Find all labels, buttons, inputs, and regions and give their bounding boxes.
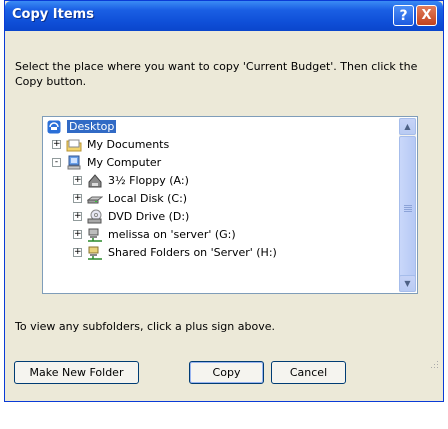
tree-item-label: My Documents [87, 138, 170, 151]
expand-toggle[interactable]: + [73, 194, 82, 203]
tree-item-label: Desktop [67, 120, 117, 133]
expand-toggle[interactable]: + [52, 140, 61, 149]
hint-text: To view any subfolders, click a plus sig… [15, 320, 275, 333]
instruction-text: Select the place where you want to copy … [15, 60, 418, 88]
tree-item-floppy[interactable]: + 3½ Floppy (A:) [73, 172, 189, 189]
tree-item-label: DVD Drive (D:) [108, 210, 190, 223]
dialog-title: Copy Items [12, 7, 94, 22]
tree-item-label: Shared Folders on 'Server' (H:) [108, 246, 277, 259]
grip-line [404, 207, 412, 208]
expand-toggle[interactable]: + [73, 176, 82, 185]
copy-items-dialog: Copy Items ? X Select the place where yo… [4, 0, 444, 402]
collapse-toggle[interactable]: - [52, 158, 61, 167]
grip-line [404, 211, 412, 212]
tree-item-label: melissa on 'server' (G:) [108, 228, 236, 241]
scroll-down-button[interactable]: ▼ [399, 275, 416, 292]
network-drive-icon [87, 245, 103, 261]
expand-toggle[interactable]: + [73, 230, 82, 239]
tree-item-my-computer[interactable]: - My Computer [52, 154, 161, 171]
folder-icon [66, 137, 82, 153]
tree-item-label: Local Disk (C:) [108, 192, 188, 205]
tree-item-label: My Computer [87, 156, 162, 169]
network-drive-icon [87, 227, 103, 243]
make-new-folder-button[interactable]: Make New Folder [14, 361, 139, 384]
tree-item-dvd-drive[interactable]: + DVD Drive (D:) [73, 208, 189, 225]
computer-icon [66, 155, 82, 171]
grip-line [404, 209, 412, 210]
copy-button[interactable]: Copy [189, 361, 264, 384]
tree-item-label: 3½ Floppy (A:) [108, 174, 189, 187]
cancel-button[interactable]: Cancel [271, 361, 346, 384]
expand-toggle[interactable]: + [73, 248, 82, 257]
vertical-scrollbar[interactable]: ▲ ▼ [399, 118, 416, 292]
title-bar[interactable]: Copy Items ? X [5, 1, 443, 31]
expand-toggle[interactable]: + [73, 212, 82, 221]
desktop-icon [46, 119, 62, 135]
help-button[interactable]: ? [393, 5, 414, 26]
scroll-up-button[interactable]: ▲ [399, 118, 416, 135]
close-button[interactable]: X [416, 5, 437, 26]
scroll-thumb[interactable] [399, 136, 416, 282]
tree-item-local-disk[interactable]: + Local Disk (C:) [73, 190, 187, 207]
floppy-icon [87, 173, 103, 189]
dvd-drive-icon [87, 209, 103, 225]
tree-item-network-drive-h[interactable]: + Shared Folders on 'Server' (H:) [73, 244, 277, 261]
folder-tree[interactable]: Desktop + My Documents - My Computer + 3… [42, 116, 418, 294]
tree-item-network-drive-g[interactable]: + melissa on 'server' (G:) [73, 226, 236, 243]
resize-grip-icon[interactable] [429, 359, 439, 369]
tree-item-desktop[interactable]: Desktop [46, 118, 117, 135]
tree-item-my-documents[interactable]: + My Documents [52, 136, 169, 153]
grip-line [404, 205, 412, 206]
hard-disk-icon [87, 191, 103, 207]
